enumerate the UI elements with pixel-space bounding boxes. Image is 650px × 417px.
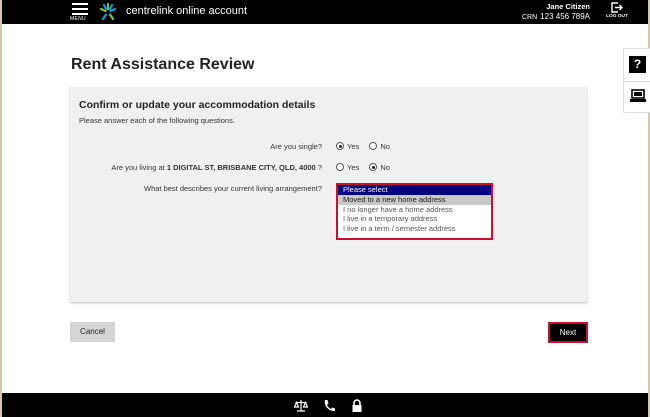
phone-icon[interactable] [322, 399, 336, 413]
brand-name: centrelink online account [126, 5, 248, 17]
question-living-label: Are you living at 1 DIGITAL ST, BRISBANE… [62, 163, 322, 172]
panel-title: Confirm or update your accommodation det… [79, 99, 316, 111]
next-button[interactable]: Next [548, 322, 588, 343]
question-arrangement-label: What best describes your current living … [143, 184, 322, 193]
panel-subtitle: Please answer each of the following ques… [79, 116, 235, 125]
living-yes-label: Yes [347, 163, 360, 172]
menu-button[interactable]: MENU [70, 2, 90, 22]
arrangement-option[interactable]: I no longer have a home address [338, 205, 491, 215]
living-radio-group: Yes No [336, 163, 398, 172]
side-tools-divider [624, 81, 650, 82]
logout-label: LOG OUT [606, 14, 628, 19]
side-tools: ? [623, 48, 650, 113]
user-name: Jane Citizen [546, 2, 590, 11]
scales-icon[interactable] [294, 399, 308, 413]
logout-button[interactable]: LOG OUT [604, 2, 630, 22]
single-yes-label: Yes [347, 142, 360, 151]
single-yes-radio[interactable] [336, 142, 344, 150]
crn-value: 123 456 789A [540, 12, 590, 21]
living-address: 1 DIGITAL ST, BRISBANE CITY, QLD, 4000 [166, 163, 316, 172]
living-yes-option[interactable]: Yes [336, 163, 359, 172]
living-arrangement-listbox[interactable]: Please select Moved to a new home addres… [336, 183, 493, 240]
arrangement-option[interactable]: I live in a term / semester address [338, 224, 491, 234]
arrangement-option[interactable]: Please select [338, 185, 491, 195]
top-bar: MENU centrelink online account Jane Citi… [2, 0, 648, 24]
crn-display: CRN 123 456 789A [522, 12, 590, 21]
living-no-radio[interactable] [369, 163, 378, 171]
living-no-label: No [380, 163, 390, 172]
help-button[interactable]: ? [629, 56, 646, 73]
crn-key: CRN [522, 14, 538, 21]
single-yes-option[interactable]: Yes [336, 142, 359, 151]
page-title: Rent Assistance Review [71, 56, 255, 73]
lock-icon[interactable] [350, 399, 364, 413]
menu-label: MENU [70, 16, 86, 22]
living-yes-radio[interactable] [336, 163, 344, 171]
arrangement-option[interactable]: Moved to a new home address [338, 194, 491, 205]
logout-icon [611, 2, 623, 13]
single-no-option[interactable]: No [369, 142, 390, 151]
arrangement-option[interactable]: I live in a temporary address [338, 214, 491, 224]
living-label-suffix: ? [317, 163, 322, 172]
laptop-icon[interactable] [629, 88, 647, 104]
single-no-label: No [380, 142, 390, 151]
centrelink-star-logo-icon [99, 2, 117, 21]
footer-bar [2, 393, 648, 417]
living-label-prefix: Are you living at [111, 163, 165, 172]
living-no-option[interactable]: No [369, 163, 390, 172]
cancel-button[interactable]: Cancel [70, 322, 115, 342]
question-single-label: Are you single? [270, 142, 322, 151]
single-radio-group: Yes No [336, 142, 398, 151]
accommodation-details-panel: Confirm or update your accommodation det… [70, 87, 587, 302]
single-no-radio[interactable] [369, 142, 378, 150]
